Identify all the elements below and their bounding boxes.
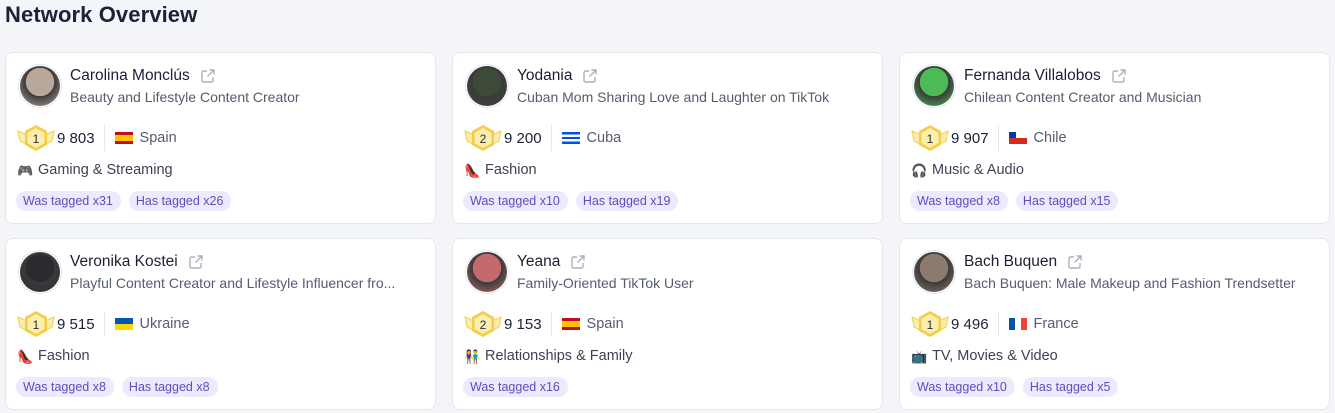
- rank-medal-icon: 1: [911, 311, 949, 337]
- svg-text:2: 2: [480, 318, 487, 332]
- has-tagged-badge: Has tagged x8: [121, 377, 218, 397]
- category-label: TV, Movies & Video: [932, 348, 1058, 364]
- rank-medal-icon: 1: [17, 125, 55, 151]
- creator-name[interactable]: Yeana: [517, 253, 560, 271]
- spain-flag-icon: [114, 132, 133, 144]
- avatar[interactable]: [18, 64, 62, 108]
- creator-card-4[interactable]: Veronika Kostei Playful Content Creator …: [5, 238, 436, 410]
- divider: [103, 125, 105, 151]
- page-title: Network Overview: [5, 2, 198, 27]
- creator-name[interactable]: Veronika Kostei: [70, 253, 178, 271]
- was-tagged-badge: Was tagged x8: [910, 191, 1008, 211]
- category-label: Gaming & Streaming: [38, 162, 173, 178]
- divider: [997, 311, 999, 337]
- creator-name[interactable]: Carolina Monclús: [70, 67, 190, 85]
- avatar[interactable]: [465, 250, 509, 294]
- was-tagged-badge: Was tagged x10: [910, 377, 1015, 397]
- tv-icon: 📺: [911, 348, 928, 364]
- family-icon: 👫: [464, 348, 481, 364]
- category-label: Music & Audio: [932, 162, 1024, 178]
- country-label: Cuba: [586, 130, 622, 146]
- headphones-icon: 🎧: [911, 162, 928, 178]
- avatar[interactable]: [912, 64, 956, 108]
- creator-card-5[interactable]: Yeana Family-Oriented TikTok User 2 9 15…: [452, 238, 883, 410]
- external-link-icon[interactable]: [1067, 254, 1083, 270]
- follower-count: 9 200: [504, 129, 542, 147]
- avatar[interactable]: [465, 64, 509, 108]
- category-label: Fashion: [485, 162, 537, 178]
- rank-medal-icon: 2: [464, 311, 502, 337]
- svg-text:1: 1: [927, 318, 934, 332]
- country-label: France: [1033, 316, 1079, 332]
- gamepad-icon: 🎮: [17, 162, 34, 178]
- creator-description: Chilean Content Creator and Musician: [964, 89, 1202, 105]
- country-label: Chile: [1033, 130, 1067, 146]
- spain-flag-icon: [561, 318, 580, 330]
- chile-flag-icon: [1008, 132, 1027, 144]
- svg-text:1: 1: [927, 132, 934, 146]
- creator-description: Beauty and Lifestyle Content Creator: [70, 89, 300, 105]
- creator-card-2[interactable]: Yodania Cuban Mom Sharing Love and Laugh…: [452, 52, 883, 224]
- creator-description: Bach Buquen: Male Makeup and Fashion Tre…: [964, 275, 1296, 291]
- creator-name[interactable]: Fernanda Villalobos: [964, 67, 1101, 85]
- external-link-icon[interactable]: [200, 68, 216, 84]
- was-tagged-badge: Was tagged x16: [463, 377, 568, 397]
- ukraine-flag-icon: [114, 318, 133, 330]
- divider: [550, 125, 552, 151]
- was-tagged-badge: Was tagged x8: [16, 377, 114, 397]
- has-tagged-badge: Has tagged x19: [575, 191, 679, 211]
- divider: [997, 125, 999, 151]
- rank-medal-icon: 1: [911, 125, 949, 151]
- has-tagged-badge: Has tagged x5: [1022, 377, 1119, 397]
- divider: [550, 311, 552, 337]
- follower-count: 9 496: [951, 315, 989, 333]
- high-heel-icon: 👠: [464, 162, 481, 178]
- follower-count: 9 515: [57, 315, 95, 333]
- creator-description: Family-Oriented TikTok User: [517, 275, 694, 291]
- creator-description: Playful Content Creator and Lifestyle In…: [70, 275, 396, 291]
- category-label: Relationships & Family: [485, 348, 633, 364]
- cuba-flag-icon: [561, 132, 580, 144]
- high-heel-icon: 👠: [17, 348, 34, 364]
- creator-card-6[interactable]: Bach Buquen Bach Buquen: Male Makeup and…: [899, 238, 1330, 410]
- country-label: Spain: [586, 316, 624, 332]
- rank-medal-icon: 2: [464, 125, 502, 151]
- follower-count: 9 803: [57, 129, 95, 147]
- external-link-icon[interactable]: [570, 254, 586, 270]
- creator-card-1[interactable]: Carolina Monclús Beauty and Lifestyle Co…: [5, 52, 436, 224]
- creator-grid: Carolina Monclús Beauty and Lifestyle Co…: [5, 52, 1332, 410]
- has-tagged-badge: Has tagged x26: [128, 191, 232, 211]
- has-tagged-badge: Has tagged x15: [1015, 191, 1119, 211]
- was-tagged-badge: Was tagged x31: [16, 191, 121, 211]
- avatar[interactable]: [18, 250, 62, 294]
- creator-card-3[interactable]: Fernanda Villalobos Chilean Content Crea…: [899, 52, 1330, 224]
- svg-text:2: 2: [480, 132, 487, 146]
- france-flag-icon: [1008, 318, 1027, 330]
- follower-count: 9 907: [951, 129, 989, 147]
- was-tagged-badge: Was tagged x10: [463, 191, 568, 211]
- creator-name[interactable]: Bach Buquen: [964, 253, 1057, 271]
- external-link-icon[interactable]: [1111, 68, 1127, 84]
- creator-name[interactable]: Yodania: [517, 67, 572, 85]
- rank-medal-icon: 1: [17, 311, 55, 337]
- creator-description: Cuban Mom Sharing Love and Laughter on T…: [517, 89, 830, 105]
- external-link-icon[interactable]: [582, 68, 598, 84]
- category-label: Fashion: [38, 348, 90, 364]
- divider: [103, 311, 105, 337]
- country-label: Ukraine: [139, 316, 190, 332]
- external-link-icon[interactable]: [188, 254, 204, 270]
- follower-count: 9 153: [504, 315, 542, 333]
- avatar[interactable]: [912, 250, 956, 294]
- svg-text:1: 1: [33, 132, 40, 146]
- svg-text:1: 1: [33, 318, 40, 332]
- country-label: Spain: [139, 130, 177, 146]
